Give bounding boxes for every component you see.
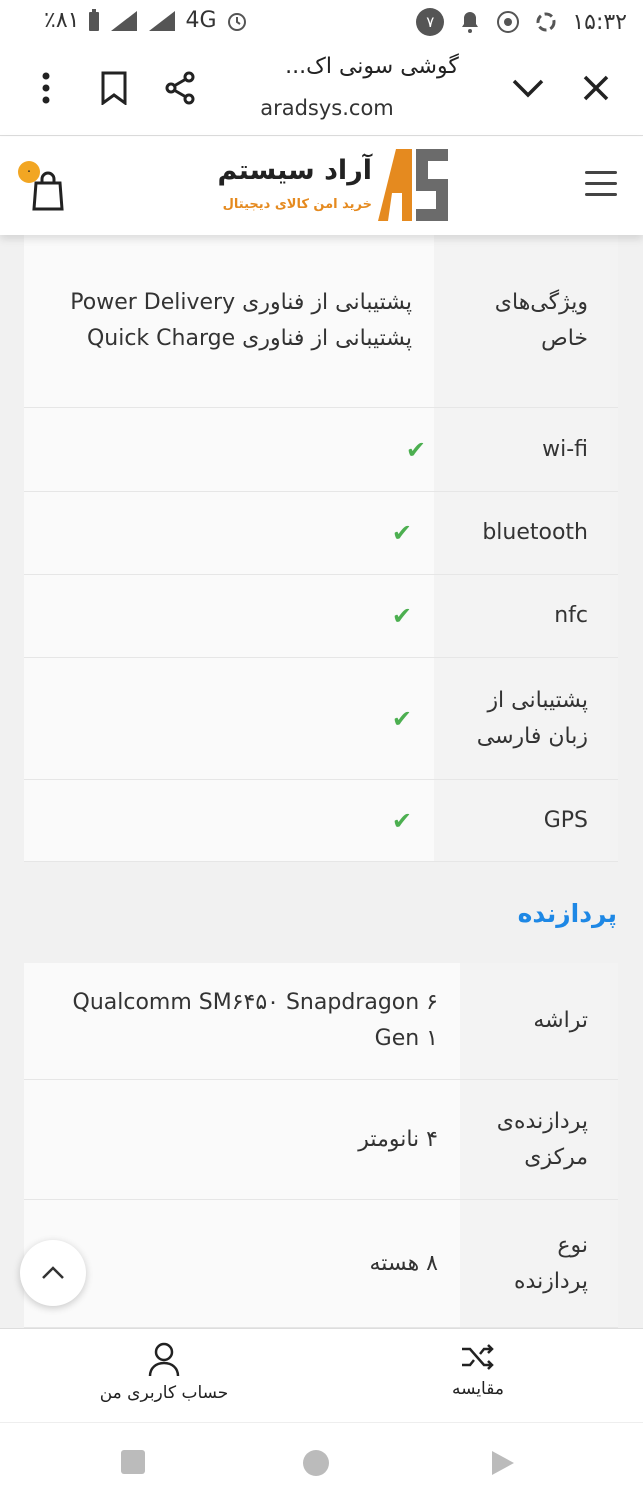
cart-count-badge: ۰ bbox=[18, 161, 40, 183]
sync-icon bbox=[536, 12, 556, 32]
specs-table-top: ویژگی‌های خاص پشتیبانی از فناوری Power D… bbox=[24, 235, 618, 862]
spec-value: ✔ bbox=[24, 492, 434, 574]
spec-label: تراشه bbox=[460, 963, 618, 1079]
compare-label: مقایسه bbox=[452, 1379, 504, 1399]
table-row: ویژگی‌های خاص پشتیبانی از فناوری Power D… bbox=[24, 235, 618, 408]
home-button[interactable] bbox=[302, 1449, 330, 1481]
check-icon: ✔ bbox=[391, 704, 412, 733]
signal-icon-2 bbox=[149, 10, 176, 31]
square-icon bbox=[121, 1450, 145, 1474]
battery-percent: ٪۸۱ bbox=[44, 8, 80, 33]
spec-value: ✔ bbox=[24, 575, 434, 657]
signal-icon bbox=[111, 10, 138, 31]
spec-value: ۴ نانومتر bbox=[24, 1080, 460, 1199]
check-icon: ✔ bbox=[391, 806, 412, 835]
bookmark-icon[interactable] bbox=[94, 68, 134, 108]
spec-value: ✔ bbox=[24, 658, 434, 779]
spec-label: پشتیبانی از زبان فارسی bbox=[434, 658, 618, 779]
table-row: تراشه Qualcomm SM۶۴۵۰ Snapdragon ۶ Gen ۱ bbox=[24, 963, 618, 1080]
spec-label: ویژگی‌های خاص bbox=[434, 235, 618, 407]
product-specs: ویژگی‌های خاص پشتیبانی از فناوری Power D… bbox=[0, 235, 643, 1328]
spec-label: GPS bbox=[434, 780, 618, 861]
user-icon bbox=[148, 1342, 180, 1377]
spec-value: ۸ هسته bbox=[24, 1200, 460, 1327]
status-left: ٪۸۱ 4G bbox=[44, 8, 249, 33]
chrome-icon bbox=[497, 11, 520, 33]
check-icon: ✔ bbox=[391, 519, 412, 547]
account-nav-item[interactable]: حساب کاربری من bbox=[64, 1341, 264, 1403]
table-row: پردازنده‌ی مرکزی ۴ نانومتر bbox=[24, 1080, 618, 1200]
battery-icon bbox=[89, 8, 100, 31]
bottom-navigation: حساب کاربری من مقایسه bbox=[0, 1328, 643, 1422]
spec-label: پردازنده‌ی مرکزی bbox=[460, 1080, 618, 1199]
circle-icon bbox=[303, 1450, 329, 1476]
close-icon[interactable] bbox=[576, 68, 616, 108]
cart-button[interactable]: ۰ bbox=[18, 161, 66, 211]
spec-label: نوع پردازنده bbox=[460, 1200, 618, 1327]
page-title: گوشی سونی اک... bbox=[285, 54, 459, 79]
spec-value: Qualcomm SM۶۴۵۰ Snapdragon ۶ Gen ۱ bbox=[24, 963, 460, 1079]
triangle-icon bbox=[492, 1451, 514, 1475]
table-row: GPS ✔ bbox=[24, 780, 618, 862]
spec-value: پشتیبانی از فناوری Power Delivery پشتیبا… bbox=[24, 235, 434, 407]
shuffle-icon bbox=[462, 1344, 494, 1370]
logo-mark-icon bbox=[378, 149, 448, 221]
account-label: حساب کاربری من bbox=[99, 1383, 229, 1403]
notification-badge: ۷ bbox=[416, 8, 445, 36]
back-button[interactable] bbox=[490, 1449, 516, 1481]
spec-label: nfc bbox=[434, 575, 618, 657]
site-header: ۰ آراد سیستم خرید امن کالای دیجیتال bbox=[0, 137, 643, 235]
table-row: نوع پردازنده ۸ هسته bbox=[24, 1200, 618, 1328]
section-title-processor: پردازنده bbox=[517, 899, 617, 928]
spec-value-line: پشتیبانی از فناوری Quick Charge bbox=[86, 326, 412, 351]
alarm-icon bbox=[227, 12, 246, 31]
specs-table-processor: تراشه Qualcomm SM۶۴۵۰ Snapdragon ۶ Gen ۱… bbox=[24, 963, 618, 1328]
site-logo[interactable]: آراد سیستم خرید امن کالای دیجیتال bbox=[196, 145, 452, 225]
spec-value-line: پشتیبانی از فناوری Power Delivery bbox=[70, 290, 412, 315]
check-icon: ✔ bbox=[391, 602, 412, 630]
menu-icon[interactable] bbox=[585, 171, 617, 199]
share-icon[interactable] bbox=[160, 68, 200, 108]
bell-icon bbox=[462, 12, 479, 33]
status-bar: ٪۸۱ 4G ۷ ۱۵:۳۲ bbox=[0, 0, 643, 46]
network-type: 4G bbox=[185, 8, 217, 33]
clock: ۱۵:۳۲ bbox=[572, 9, 627, 35]
table-row: پشتیبانی از زبان فارسی ✔ bbox=[24, 658, 618, 780]
logo-tagline: خرید امن کالای دیجیتال bbox=[222, 197, 372, 212]
url-text[interactable]: aradsys.com bbox=[242, 96, 412, 120]
status-right: ۷ ۱۵:۳۲ bbox=[416, 8, 627, 36]
compare-nav-item[interactable]: مقایسه bbox=[378, 1341, 578, 1399]
table-row: bluetooth ✔ bbox=[24, 492, 618, 575]
chevron-down-icon[interactable] bbox=[508, 68, 548, 108]
spec-value: ✔ bbox=[24, 408, 434, 491]
browser-toolbar: گوشی سونی اک... aradsys.com bbox=[0, 46, 643, 136]
spec-label: bluetooth bbox=[434, 492, 618, 574]
spec-label: wi-fi bbox=[434, 408, 618, 491]
spec-value: ✔ bbox=[24, 780, 434, 861]
table-row: nfc ✔ bbox=[24, 575, 618, 658]
more-options-icon[interactable] bbox=[26, 68, 66, 108]
system-navigation-bar bbox=[0, 1422, 643, 1500]
back-to-top-button[interactable] bbox=[20, 1240, 86, 1306]
check-icon: ✔ bbox=[405, 435, 426, 464]
recent-apps-button[interactable] bbox=[120, 1449, 146, 1479]
chevron-up-icon bbox=[42, 1266, 64, 1279]
table-row: wi-fi ✔ bbox=[24, 408, 618, 492]
logo-name: آراد سیستم bbox=[217, 155, 372, 186]
